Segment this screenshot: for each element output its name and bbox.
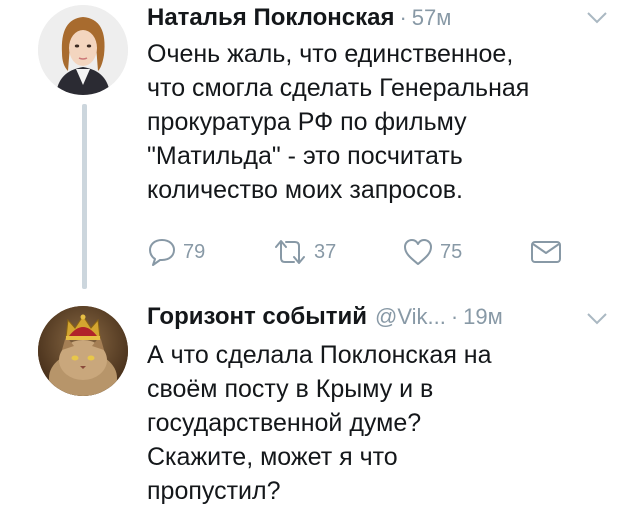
envelope-icon — [531, 241, 561, 263]
tweet-header: Горизонт событий @Vik... · 19м — [147, 303, 503, 331]
reply-icon — [149, 239, 175, 266]
author-name[interactable]: Горизонт событий — [147, 303, 367, 331]
like-count: 75 — [440, 240, 463, 263]
reply-count: 79 — [183, 240, 206, 263]
tweet-1[interactable]: Наталья Поклонская · 57м Очень жаль, что… — [0, 0, 639, 290]
chevron-down-icon[interactable] — [585, 10, 609, 26]
chevron-down-icon[interactable] — [585, 311, 609, 327]
reply-button[interactable]: 79 — [147, 238, 205, 266]
retweet-button[interactable]: 37 — [272, 238, 336, 266]
like-button[interactable]: 75 — [402, 238, 462, 266]
retweet-icon — [275, 240, 305, 264]
tweet-2[interactable]: Горизонт событий @Vik... · 19м А что сде… — [0, 290, 639, 520]
tweet-text: А что сделала Поклонская на своём посту … — [147, 341, 492, 505]
thread-connector — [82, 104, 87, 289]
avatar-horizont[interactable] — [38, 306, 128, 396]
tweet-text: Очень жаль, что единственное, что смогла… — [147, 40, 530, 204]
author-name[interactable]: Наталья Поклонская — [147, 4, 394, 32]
heart-icon — [404, 239, 432, 265]
crowned-cat-portrait-icon — [38, 306, 128, 396]
tweet-time[interactable]: 57м — [412, 5, 452, 31]
woman-portrait-icon — [38, 5, 128, 95]
retweet-count: 37 — [314, 240, 337, 263]
separator-dot: · — [450, 304, 459, 329]
tweet-actions: 79 37 75 — [147, 238, 587, 268]
tweet-header: Наталья Поклонская · 57м — [147, 4, 451, 32]
author-handle[interactable]: @Vik... — [375, 304, 446, 330]
tweet-time[interactable]: 19м — [463, 304, 503, 330]
separator-dot: · — [399, 5, 407, 30]
direct-message-button[interactable] — [529, 238, 563, 266]
avatar-poklonskaya[interactable] — [38, 5, 128, 95]
